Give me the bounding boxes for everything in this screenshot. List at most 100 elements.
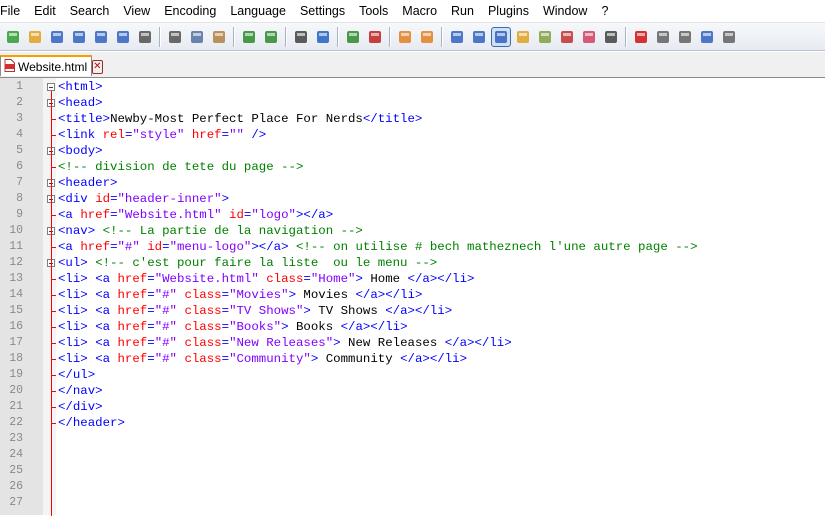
code-token: =: [221, 128, 230, 142]
menu-language[interactable]: Language: [223, 0, 293, 22]
code-token: =: [147, 320, 155, 334]
tab-website-html[interactable]: Website.html ✕: [0, 55, 103, 76]
code-token: =: [110, 208, 118, 222]
record-macro-icon[interactable]: [632, 28, 650, 46]
code-token: href: [80, 240, 111, 254]
code-token: =: [110, 240, 118, 254]
line-number: 21: [9, 400, 23, 413]
menu-plugins[interactable]: Plugins: [481, 0, 536, 22]
menu-search[interactable]: Search: [63, 0, 117, 22]
copy-icon[interactable]: [188, 28, 206, 46]
close-icon[interactable]: [92, 28, 110, 46]
code-line: <body>: [58, 143, 103, 159]
code-token: class: [184, 352, 222, 366]
new-file-icon[interactable]: [4, 28, 22, 46]
undo-icon[interactable]: [240, 28, 258, 46]
tab-label: Website.html: [18, 59, 88, 74]
save-all-icon[interactable]: [70, 28, 88, 46]
code-token: </a></li>: [385, 304, 453, 318]
code-token: <!-- c'est pour faire la liste ou le men…: [95, 256, 438, 270]
menu-run[interactable]: Run: [444, 0, 481, 22]
code-token: <a: [95, 288, 118, 302]
toolbar-separator: [233, 26, 235, 47]
fold-toggle-icon[interactable]: [47, 83, 55, 91]
toolbar-separator: [285, 26, 287, 47]
code-token: <li>: [58, 352, 88, 366]
menu-encoding[interactable]: Encoding: [157, 0, 223, 22]
user-defined-language-icon[interactable]: [514, 28, 532, 46]
close-tab-icon[interactable]: ✕: [92, 59, 103, 74]
menu-view[interactable]: View: [116, 0, 157, 22]
zoom-in-icon[interactable]: [344, 28, 362, 46]
cut-icon[interactable]: [166, 28, 184, 46]
run-macro-multiple-icon[interactable]: [698, 28, 716, 46]
code-token: </a></li>: [340, 320, 408, 334]
find-icon[interactable]: [292, 28, 310, 46]
code-token: </a></li>: [355, 288, 423, 302]
code-token: Newby-Most Perfect Place For Nerds: [110, 112, 363, 126]
line-number: 19: [9, 368, 23, 381]
code-token: href: [117, 288, 148, 302]
menu-help[interactable]: ?: [594, 0, 615, 22]
show-all-chars-icon[interactable]: [470, 28, 488, 46]
code-token: "header-inner": [117, 192, 222, 206]
line-number: 27: [9, 496, 23, 509]
menu-tools[interactable]: Tools: [352, 0, 395, 22]
save-macro-icon[interactable]: [720, 28, 738, 46]
function-list-icon[interactable]: [558, 28, 576, 46]
stop-macro-icon[interactable]: [654, 28, 672, 46]
menu-edit[interactable]: Edit: [27, 0, 63, 22]
code-editor[interactable]: 1 2 3 4 5 6 7 8 9 10 11 12 13 14 15 16 17 18 19 20 21 22 23 24 2…: [0, 78, 825, 516]
print-icon[interactable]: [136, 28, 154, 46]
code-token: <nav>: [58, 224, 96, 238]
zoom-out-icon[interactable]: [366, 28, 384, 46]
line-number: 12: [9, 256, 23, 269]
code-token: class: [184, 288, 222, 302]
close-all-icon[interactable]: [114, 28, 132, 46]
menu-window[interactable]: Window: [536, 0, 594, 22]
code-token: "TV Shows": [229, 304, 304, 318]
code-line: </header>: [58, 415, 125, 431]
word-wrap-icon[interactable]: [448, 28, 466, 46]
menu-bar: File Edit Search View Encoding Language Settin…: [0, 0, 825, 23]
code-token: "": [229, 128, 244, 142]
code-token: id: [229, 208, 244, 222]
line-number: 18: [9, 352, 23, 365]
menu-macro[interactable]: Macro: [395, 0, 444, 22]
fold-guide-tick: [51, 279, 56, 280]
sync-vertical-icon[interactable]: [396, 28, 414, 46]
replace-icon[interactable]: [314, 28, 332, 46]
code-line: <html>: [58, 79, 103, 95]
fold-margin[interactable]: [43, 78, 56, 515]
sync-horizontal-icon[interactable]: [418, 28, 436, 46]
code-token: Movies: [296, 288, 356, 302]
toolbar-separator: [337, 26, 339, 47]
code-token: class: [184, 336, 222, 350]
code-token: >: [333, 336, 341, 350]
fold-guide-tick: [51, 343, 56, 344]
menu-file[interactable]: File: [0, 0, 27, 22]
redo-icon[interactable]: [262, 28, 280, 46]
monitoring-icon[interactable]: [602, 28, 620, 46]
code-area[interactable]: <html> <head> <title>Newby-Most Perfect Pl…: [56, 78, 825, 515]
open-file-icon[interactable]: [26, 28, 44, 46]
fold-guide-tick: [51, 167, 56, 168]
indent-guide-icon[interactable]: [491, 26, 511, 47]
tab-bar: Website.html ✕: [0, 52, 825, 78]
line-number: 9: [16, 208, 23, 221]
code-token: <li>: [58, 336, 88, 350]
code-line: <link rel="style" href="" />: [58, 127, 266, 143]
code-token: <a: [95, 336, 118, 350]
paste-icon[interactable]: [210, 28, 228, 46]
code-token: =: [303, 272, 311, 286]
code-token: "menu-logo": [169, 240, 252, 254]
play-macro-icon[interactable]: [676, 28, 694, 46]
save-icon[interactable]: [48, 28, 66, 46]
code-token: <html>: [58, 80, 103, 94]
folder-as-workspace-icon[interactable]: [580, 28, 598, 46]
menu-settings[interactable]: Settings: [293, 0, 352, 22]
document-map-icon[interactable]: [536, 28, 554, 46]
line-number: 14: [9, 288, 23, 301]
code-token: <ul>: [58, 256, 88, 270]
